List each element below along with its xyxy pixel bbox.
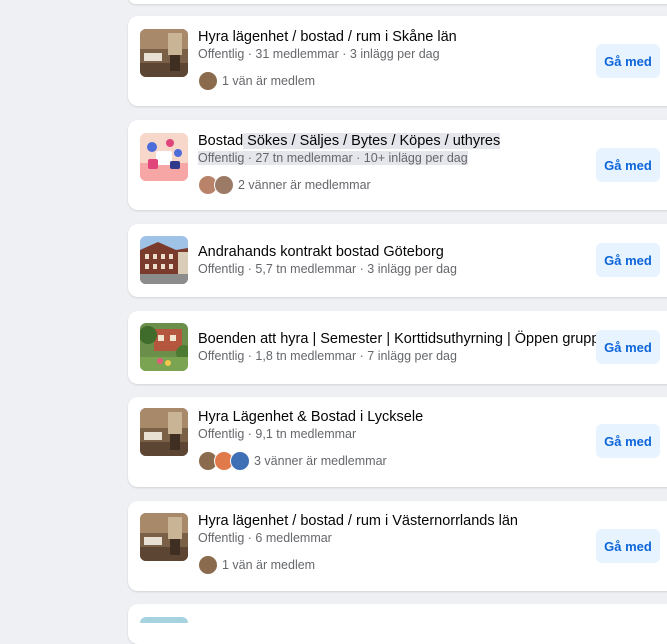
- group-name[interactable]: Boenden att hyra | Semester | Korttidsut…: [198, 331, 599, 347]
- group-card[interactable]: Andrahands kontrakt bostad Göteborg Offe…: [128, 224, 667, 297]
- avatar: [230, 451, 250, 471]
- group-meta: Offentlig · 6 medlemmar: [198, 531, 332, 545]
- group-card[interactable]: Boenden att hyra | Semester | Korttidsut…: [128, 311, 667, 384]
- group-card[interactable]: Bostad Sökes / Säljes / Bytes / Köpes / …: [128, 120, 667, 210]
- group-card[interactable]: Hyra Lägenhet & Bostad i Lycksele Offent…: [128, 397, 667, 487]
- join-button[interactable]: Gå med: [596, 529, 660, 563]
- group-card[interactable]: Hyra lägenhet / bostad / rum i Skåne län…: [128, 16, 667, 106]
- group-meta: Offentlig · 9,1 tn medlemmar: [198, 427, 357, 441]
- group-meta-highlighted: Offentlig · 27 tn medlemmar · 10+ inlägg…: [198, 151, 468, 165]
- group-card[interactable]: Hyra lägenhet / bostad / rum i Västernor…: [128, 501, 667, 591]
- avatar: [198, 555, 218, 575]
- thumbnail-partial: [140, 617, 188, 623]
- group-meta: Offentlig · 5,7 tn medlemmar · 3 inlägg …: [198, 262, 457, 276]
- building-photo-icon[interactable]: [140, 236, 188, 284]
- join-button[interactable]: Gå med: [596, 148, 660, 182]
- group-meta: Offentlig · 1,8 tn medlemmar · 7 inlägg …: [198, 349, 457, 363]
- group-card-partial-bottom: [128, 604, 667, 644]
- group-name[interactable]: Hyra Lägenhet & Bostad i Lycksele: [198, 409, 423, 425]
- friend-members: 3 vänner är medlemmar: [198, 451, 387, 471]
- group-name[interactable]: Bostad Sökes / Säljes / Bytes / Köpes / …: [198, 133, 501, 149]
- join-button[interactable]: Gå med: [596, 44, 660, 78]
- friend-members-text: 3 vänner är medlemmar: [254, 454, 387, 468]
- avatar: [198, 71, 218, 91]
- house-garden-photo-icon[interactable]: [140, 323, 188, 371]
- group-name[interactable]: Hyra lägenhet / bostad / rum i Skåne län: [198, 29, 457, 45]
- group-name[interactable]: Andrahands kontrakt bostad Göteborg: [198, 244, 444, 260]
- friend-members-text: 2 vänner är medlemmar: [238, 178, 371, 192]
- join-button[interactable]: Gå med: [596, 424, 660, 458]
- friend-members: 1 vän är medlem: [198, 71, 315, 91]
- friend-members: 2 vänner är medlemmar: [198, 175, 371, 195]
- friend-members-text: 1 vän är medlem: [222, 558, 316, 572]
- group-name[interactable]: Hyra lägenhet / bostad / rum i Västernor…: [198, 513, 518, 529]
- join-button[interactable]: Gå med: [596, 243, 660, 277]
- group-meta: Offentlig · 31 medlemmar · 3 inlägg per …: [198, 47, 440, 61]
- avatar: [214, 175, 234, 195]
- group-meta: Offentlig · 27 tn medlemmar · 10+ inlägg…: [198, 151, 468, 165]
- room-photo-icon[interactable]: [140, 408, 188, 456]
- group-name-part: Bostad: [198, 133, 244, 149]
- join-button[interactable]: Gå med: [596, 330, 660, 364]
- group-card-partial-top: [128, 0, 667, 4]
- friend-members: 1 vän är medlem: [198, 555, 315, 575]
- room-photo-icon[interactable]: [140, 29, 188, 77]
- room-photo-icon[interactable]: [140, 513, 188, 561]
- group-name-part-highlighted: Sökes / Säljes / Bytes / Köpes / uthyres: [243, 133, 501, 149]
- illustration-icon[interactable]: [140, 133, 188, 181]
- friend-members-text: 1 vän är medlem: [222, 74, 316, 88]
